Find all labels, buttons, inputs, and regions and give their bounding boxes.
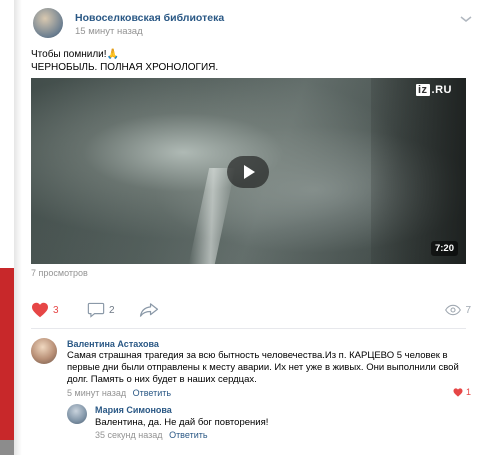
chevron-down-icon[interactable]: [459, 14, 473, 24]
video-player[interactable]: iz .RU 7:20: [31, 78, 466, 264]
comment-author-link[interactable]: Валентина Астахова: [67, 339, 159, 349]
left-red-band: [0, 268, 14, 440]
post-text: Чтобы помнили!🙏 ЧЕРНОБЫЛЬ. ПОЛНАЯ ХРОНОЛ…: [31, 48, 218, 74]
video-watermark: iz .RU: [415, 84, 452, 96]
like-count: 3: [53, 304, 59, 316]
comment-reply-link[interactable]: Ответить: [133, 388, 171, 398]
comment-text: Самая страшная трагедия за всю бытность …: [67, 350, 459, 385]
comment-time[interactable]: 5 минут назад: [67, 388, 126, 398]
video-light-streak: [188, 168, 236, 264]
comment-avatar[interactable]: [31, 338, 57, 364]
share-button[interactable]: [139, 300, 159, 320]
comment-like-count: 1: [465, 387, 471, 397]
eye-icon: [445, 304, 462, 316]
reply-avatar[interactable]: [67, 404, 87, 424]
left-shadow: [14, 0, 22, 455]
post-header: Новоселковская библиотека 15 минут назад: [33, 8, 473, 40]
views-count: 7: [465, 304, 471, 316]
comment-button[interactable]: 2: [87, 300, 115, 320]
comment-like-button[interactable]: 1: [453, 387, 471, 397]
post-card: Новоселковская библиотека 15 минут назад…: [22, 0, 487, 455]
comment-icon: [87, 302, 105, 318]
video-duration: 7:20: [430, 241, 458, 256]
reply-time[interactable]: 35 секунд назад: [95, 430, 163, 440]
author-avatar[interactable]: [33, 8, 63, 38]
pray-emoji-icon: 🙏: [106, 49, 119, 60]
post-actions: 3 2 7: [31, 300, 471, 320]
play-icon: [244, 165, 255, 179]
heart-icon: [453, 387, 463, 397]
share-icon: [139, 303, 159, 317]
left-gray-band: [0, 440, 14, 455]
reply-meta: 35 секунд назад Ответить: [95, 430, 208, 440]
comment-count: 2: [109, 304, 115, 316]
reply-reply-link[interactable]: Ответить: [169, 430, 207, 440]
video-dark-edge: [371, 78, 466, 264]
watermark-text: .RU: [431, 84, 452, 96]
reply-text: Валентина, да. Не дай бог повторения!: [95, 417, 269, 428]
comments-divider: [31, 328, 466, 329]
post-text-line1: Чтобы помнили!: [31, 49, 107, 60]
comment-meta: 5 минут назад Ответить: [67, 388, 171, 398]
views-counter: 7: [445, 300, 471, 320]
post-text-line2: ЧЕРНОБЫЛЬ. ПОЛНАЯ ХРОНОЛОГИЯ.: [31, 62, 219, 73]
play-button[interactable]: [227, 156, 269, 188]
reply-author-link[interactable]: Мария Симонова: [95, 405, 172, 415]
watermark-box: iz: [415, 84, 430, 96]
heart-icon: [32, 302, 48, 318]
post-author-link[interactable]: Новоселковская библиотека: [75, 12, 224, 24]
post-time[interactable]: 15 минут назад: [75, 26, 143, 37]
like-button[interactable]: 3: [31, 300, 59, 320]
video-views: 7 просмотров: [31, 268, 88, 278]
